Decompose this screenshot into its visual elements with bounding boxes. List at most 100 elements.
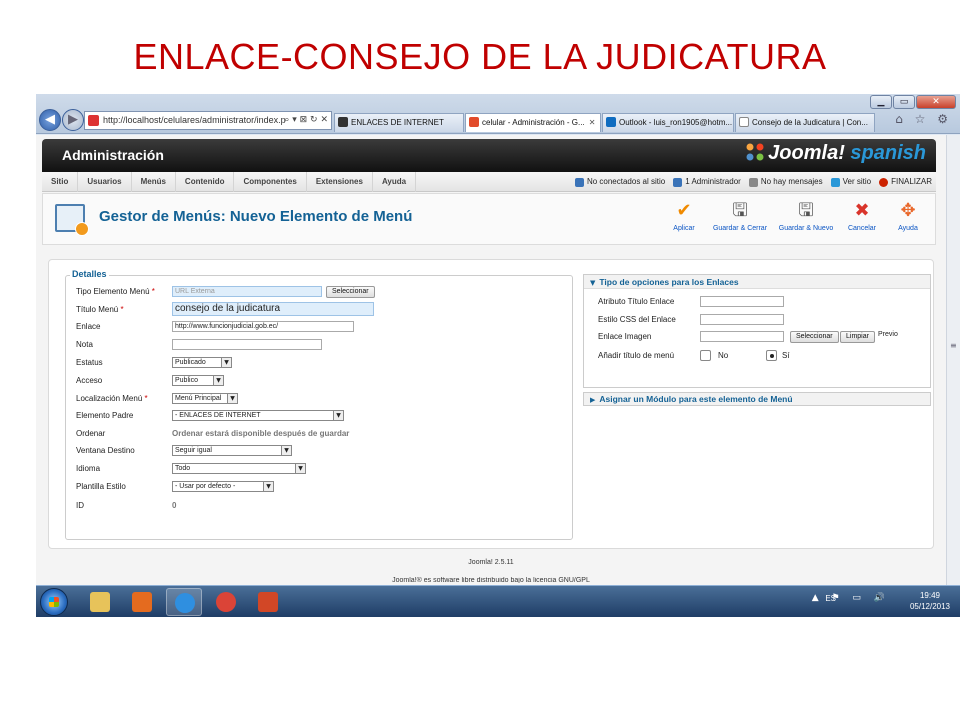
localizacion-select[interactable]: Menú Principal ▼	[172, 393, 238, 404]
status-item[interactable]: No hay mensajes	[748, 172, 823, 192]
idioma-label: Idioma	[76, 464, 101, 473]
start-button[interactable]	[40, 588, 68, 616]
tray-icons[interactable]: ▲ ⚑ ▭ 🔊	[812, 593, 890, 603]
taskbar-app-internet-explorer[interactable]	[166, 588, 202, 616]
ventana-value: Seguir igual	[175, 447, 212, 454]
chevron-down-icon: ▼	[263, 482, 273, 491]
acceso-value: Publico	[175, 377, 198, 384]
ordenar-label: Ordenar	[76, 429, 106, 438]
clock[interactable]: 19:49 05/12/2013	[906, 590, 954, 612]
toolbar-button[interactable]: ✥ Ayuda	[885, 198, 931, 232]
status-item[interactable]: Ver sitio	[830, 172, 872, 192]
anadir-no-radio[interactable]	[700, 350, 711, 361]
browser-tab[interactable]: celular - Administración - G... ✕	[465, 113, 601, 132]
toolbar: Gestor de Menús: Nuevo Elemento de Menú …	[42, 193, 936, 245]
browser-tab[interactable]: Outlook - luis_ron1905@hotm...	[602, 113, 734, 132]
menu-item[interactable]: Componentes	[234, 172, 307, 192]
taskbar-app-chrome[interactable]	[208, 588, 244, 616]
imagen-select-button[interactable]: Seleccionar	[790, 331, 839, 343]
anadir-si-radio[interactable]	[766, 350, 777, 361]
plantilla-value: - Usar por defecto -	[175, 483, 236, 490]
taskbar-app-powerpoint[interactable]	[250, 588, 286, 616]
chevron-down-icon: ▼	[221, 358, 231, 367]
tipo-select-button[interactable]: Seleccionar	[326, 286, 375, 298]
toolbar-button[interactable]: 🖫 Guardar & Nuevo	[773, 198, 839, 232]
address-controls[interactable]: ⌕ ▾ ⊠ ↻ ✕	[284, 112, 328, 129]
imagen-input[interactable]	[700, 331, 784, 342]
row-plantilla: Plantilla Estilo - Usar por defecto - ▼	[76, 481, 476, 493]
menu-item[interactable]: Sitio	[42, 172, 79, 192]
menu-item[interactable]: Menús	[132, 172, 176, 192]
ventana-select[interactable]: Seguir igual ▼	[172, 445, 292, 456]
toolbar-button-label: Cancelar	[847, 225, 876, 232]
status-label: No conectados al sitio	[586, 177, 666, 186]
nota-input[interactable]	[172, 339, 322, 350]
browser-page: Administración Joomla! spanish Sitio Usua…	[36, 135, 960, 585]
close-tab-icon[interactable]: ✕	[589, 118, 596, 127]
taskbar-app-media-player[interactable]	[124, 588, 160, 616]
explorer-icon	[90, 592, 110, 612]
brand-main: Joomla!	[768, 142, 845, 164]
clock-date: 05/12/2013	[909, 602, 951, 611]
status-item[interactable]: No conectados al sitio	[574, 172, 666, 192]
menu-item[interactable]: Ayuda	[373, 172, 417, 192]
link-options-header[interactable]: ▼ Tipo de opciones para los Enlaces	[584, 275, 930, 289]
acceso-select[interactable]: Publico ▼	[172, 375, 224, 386]
content-area: Detalles Tipo Elemento Menú * URL Extern…	[48, 259, 934, 549]
toolbar-button-icon: 🖫	[798, 200, 814, 221]
status-item[interactable]: 1 Administrador	[673, 172, 741, 192]
localizacion-label: Localización Menú	[76, 394, 143, 403]
status-icon	[673, 177, 683, 187]
forward-button[interactable]: ▶	[62, 109, 84, 131]
toolbar-button[interactable]: ✔ Aplicar	[661, 198, 707, 232]
imagen-clear-button[interactable]: Limpiar	[840, 331, 875, 343]
status-label: No hay mensajes	[760, 177, 823, 186]
toolbar-button[interactable]: ✖ Cancelar	[839, 198, 885, 232]
estilo-input[interactable]	[700, 314, 784, 325]
atributo-input[interactable]	[700, 296, 784, 307]
plantilla-label: Plantilla Estilo	[76, 482, 126, 491]
plantilla-select[interactable]: - Usar por defecto - ▼	[172, 481, 274, 492]
status-item[interactable]: FINALIZAR	[879, 172, 932, 192]
status-label: Ver sitio	[842, 177, 872, 186]
idioma-select[interactable]: Todo ▼	[172, 463, 306, 474]
ordenar-note: Ordenar estará disponible después de gua…	[172, 429, 350, 438]
id-label: ID	[76, 501, 84, 510]
menu-item[interactable]: Extensiones	[307, 172, 373, 192]
page-scrollbar[interactable]: ≡	[946, 135, 960, 585]
chevron-down-icon: ▼	[333, 411, 343, 420]
taskbar-app-explorer[interactable]	[82, 588, 118, 616]
toolbar-button[interactable]: 🖫 Guardar & Cerrar	[707, 198, 773, 232]
chevron-down-icon: ▼	[590, 279, 596, 287]
tab-label: ENLACES DE INTERNET	[351, 118, 444, 127]
back-button[interactable]: ◀	[39, 109, 61, 131]
menu-item[interactable]: Contenido	[176, 172, 235, 192]
localizacion-value: Menú Principal	[175, 395, 222, 402]
tab-favicon-icon	[338, 117, 348, 127]
estatus-label: Estatus	[76, 358, 103, 367]
browser-tab[interactable]: Consejo de la Judicatura | Con...	[735, 113, 875, 132]
browser-tools-icons[interactable]: ⌂ ☆ ⚙	[895, 112, 952, 126]
admin-header: Administración Joomla! spanish	[42, 139, 936, 172]
close-window-button[interactable]: ✕	[916, 95, 956, 109]
module-panel-header[interactable]: ▶ Asignar un Módulo para este elemento de…	[584, 393, 930, 405]
maximize-button[interactable]: ▭	[893, 95, 915, 109]
estatus-select[interactable]: Publicado ▼	[172, 357, 232, 368]
anadir-no-label: No	[718, 351, 729, 360]
row-tipo: Tipo Elemento Menú * URL Externa Selecci…	[76, 286, 476, 298]
details-legend: Detalles	[70, 269, 109, 279]
enlace-input[interactable]: http://www.funcionjudicial.gob.ec/	[172, 321, 354, 332]
slide-title: ENLACE-CONSEJO DE LA JUDICATURA	[133, 36, 827, 77]
brand-sub: spanish	[850, 142, 926, 164]
menu-item[interactable]: Usuarios	[78, 172, 132, 192]
minimize-button[interactable]: ▁	[870, 95, 892, 109]
browser-tab[interactable]: ENLACES DE INTERNET	[334, 113, 464, 132]
padre-select[interactable]: - ENLACES DE INTERNET ▼	[172, 410, 344, 421]
address-bar[interactable]: http://localhost/celulares/administrator…	[84, 111, 332, 130]
enlace-label: Enlace	[76, 322, 101, 331]
titulo-input[interactable]: consejo de la judicatura	[172, 302, 374, 316]
toolbar-buttons: ✔ Aplicar 🖫 Guardar & Cerrar 🖫 Guardar & Nuev…	[661, 198, 931, 232]
row-nota: Nota	[76, 339, 476, 351]
chevron-down-icon: ▼	[213, 376, 223, 385]
page-title: Gestor de Menús: Nuevo Elemento de Menú	[99, 208, 413, 225]
